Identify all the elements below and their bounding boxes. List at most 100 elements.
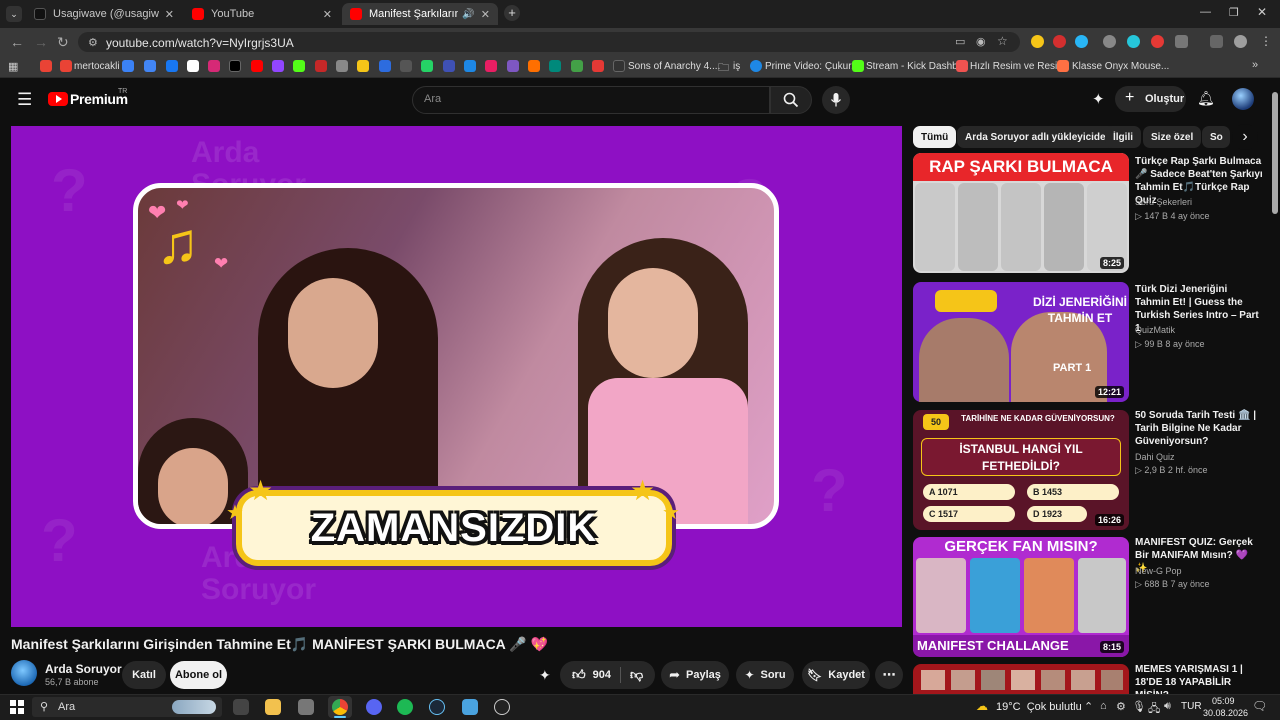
windows-start-icon[interactable]: [10, 700, 24, 714]
bookmark-klasse[interactable]: Klasse Onyx Mouse...: [1072, 61, 1169, 72]
close-icon[interactable]: ✕: [165, 8, 174, 21]
channel-name[interactable]: Arda Soruyor: [45, 662, 122, 676]
chip-from-uploader[interactable]: Arda Soruyor adlı yükleyiciden: [957, 126, 1120, 148]
x-twitter-icon[interactable]: [229, 60, 241, 72]
new-tab-button[interactable]: +: [504, 5, 520, 21]
bookmark-icon[interactable]: [592, 60, 604, 72]
task-view-icon[interactable]: [233, 699, 249, 715]
channel-avatar[interactable]: [11, 660, 37, 686]
cast-icon[interactable]: ▭: [955, 35, 965, 48]
scrollbar-thumb[interactable]: [1272, 92, 1278, 214]
chrome-icon[interactable]: [332, 699, 348, 715]
search-input[interactable]: [412, 86, 770, 114]
rec-title[interactable]: 50 Soruda Tarih Testi 🏛️ | Tarih Bilgine…: [1135, 409, 1263, 448]
rec-channel[interactable]: New-G Pop: [1135, 566, 1182, 576]
avatar[interactable]: [1232, 88, 1254, 110]
instagram-icon[interactable]: [208, 60, 220, 72]
bookmarks-overflow-icon[interactable]: »: [1252, 59, 1258, 71]
rec-thumbnail[interactable]: [913, 664, 1129, 694]
volume-icon[interactable]: 🔊︎: [1164, 700, 1171, 713]
clock-date[interactable]: 30.08.2026: [1203, 708, 1248, 718]
subscribe-button[interactable]: Abone ol: [170, 661, 227, 689]
bookmark-icon[interactable]: [144, 60, 156, 72]
bookmark-icon[interactable]: [357, 60, 369, 72]
save-button[interactable]: 🔖︎ Kaydet: [802, 661, 870, 689]
like-icon[interactable]: 👍︎: [572, 667, 586, 683]
dislike-icon[interactable]: 👎︎: [630, 667, 643, 683]
bookmark-icon[interactable]: [528, 60, 540, 72]
media-control-icon[interactable]: [1210, 35, 1223, 48]
google-icon[interactable]: [187, 60, 199, 72]
rec-thumbnail[interactable]: RAP ŞARKI BULMACA 8:25: [913, 153, 1129, 273]
spotify-icon[interactable]: [397, 699, 413, 715]
rec-thumbnail[interactable]: DİZİ JENERİĞİNİ TAHMİN ET PART 1 12:21: [913, 282, 1129, 402]
share-button[interactable]: ➦ Paylaş: [661, 661, 729, 689]
twitch-icon[interactable]: [272, 60, 284, 72]
bookmark-kick-dashboard[interactable]: Stream - Kick Dashb...: [866, 61, 966, 72]
bookmark-icon[interactable]: [122, 60, 134, 72]
chip-all[interactable]: Tümü: [913, 126, 957, 148]
join-button[interactable]: Katıl: [122, 661, 166, 689]
chip-for-you[interactable]: Size özel: [1143, 126, 1202, 148]
youtube-icon[interactable]: [251, 60, 263, 72]
gmail-icon[interactable]: [60, 60, 72, 72]
url-text[interactable]: youtube.com/watch?v=NyIrgrjs3UA: [106, 36, 294, 50]
tray-app-icon[interactable]: ⚙: [1116, 700, 1126, 713]
notification-center-icon[interactable]: 🗨︎: [1252, 699, 1267, 713]
bookmark-icon[interactable]: [507, 60, 519, 72]
rec-channel[interactable]: Dahi Quiz: [1135, 452, 1175, 462]
steam-icon[interactable]: [429, 699, 445, 715]
like-count[interactable]: 904: [593, 669, 611, 681]
kick-icon[interactable]: [293, 60, 305, 72]
extension-icon[interactable]: [1103, 35, 1116, 48]
network-icon[interactable]: 🖧: [1148, 700, 1160, 719]
extension-icon[interactable]: [1075, 35, 1088, 48]
bookmark-prime-video[interactable]: Prime Video: Çukur...: [765, 61, 859, 72]
adblock-icon[interactable]: [1053, 35, 1066, 48]
bookmark-icon[interactable]: [315, 60, 327, 72]
bookmark-icon[interactable]: [336, 60, 348, 72]
gmail-icon[interactable]: [40, 60, 52, 72]
reload-icon[interactable]: ↻: [57, 34, 69, 51]
extension-icon[interactable]: [1151, 35, 1164, 48]
bookmark-icon[interactable]: [379, 60, 391, 72]
speaker-icon[interactable]: 🔊: [462, 9, 474, 20]
chip-more[interactable]: So: [1202, 126, 1230, 148]
minimize-icon[interactable]: —: [1200, 6, 1211, 18]
ask-sparkle-icon[interactable]: ✦: [1092, 90, 1105, 108]
rec-channel[interactable]: Soru Şekerleri: [1135, 197, 1192, 207]
bookmark-mertocakli[interactable]: mertocakli: [74, 61, 120, 72]
weather-text[interactable]: 19°C Çok bulutlu: [996, 701, 1082, 713]
bookmark-sons-of-anarchy[interactable]: Sons of Anarchy 4....: [628, 61, 720, 72]
chevron-right-icon[interactable]: ›: [1232, 124, 1258, 150]
youtube-logo-icon[interactable]: [48, 92, 68, 106]
chip-related[interactable]: İlgili: [1105, 126, 1141, 148]
tab-manifest-video[interactable]: Manifest Şarkılarını Girişinden Tahmine …: [342, 3, 498, 25]
microphone-tray-icon[interactable]: 🎙︎: [1132, 700, 1146, 713]
rec-thumbnail[interactable]: GERÇEK FAN MISIN? MANIFEST CHALLANGE 8:1…: [913, 537, 1129, 657]
hide-eye-icon[interactable]: ◉: [976, 35, 986, 48]
file-explorer-icon[interactable]: [265, 699, 281, 715]
rec-thumbnail[interactable]: 50 TARİHİNE NE KADAR GÜVENİYORSUN? İSTAN…: [913, 410, 1129, 530]
tab-youtube[interactable]: YouTube ✕: [184, 3, 340, 25]
facebook-icon[interactable]: [166, 60, 178, 72]
ask-button[interactable]: ✦ Soru: [736, 661, 794, 689]
obs-icon[interactable]: [494, 699, 510, 715]
browser-menu-icon[interactable]: ⋮: [1260, 34, 1272, 48]
github-icon[interactable]: [400, 60, 412, 72]
more-actions-button[interactable]: ⋯: [875, 661, 903, 689]
notifications-bell-icon[interactable]: 🔔︎: [1197, 90, 1215, 107]
bookmark-icon[interactable]: [549, 60, 561, 72]
language-indicator[interactable]: TUR: [1181, 701, 1202, 712]
discord-icon[interactable]: [366, 699, 382, 715]
rec-channel[interactable]: QuizMatik: [1135, 325, 1175, 335]
taskbar-search-box[interactable]: ⚲ Ara: [32, 697, 222, 717]
bookmark-icon[interactable]: [485, 60, 497, 72]
bookmark-resim[interactable]: Hızlı Resim ve Resi...: [970, 61, 1066, 72]
tab-tiktok[interactable]: Usagiwave (@usagiwavee) | TikTok ✕: [26, 3, 182, 25]
extension-icon[interactable]: [1031, 35, 1044, 48]
calculator-icon[interactable]: [298, 699, 314, 715]
bookmark-star-icon[interactable]: ☆: [997, 34, 1008, 48]
create-button[interactable]: + Oluştur: [1115, 86, 1186, 112]
maximize-icon[interactable]: ❐: [1229, 6, 1239, 19]
